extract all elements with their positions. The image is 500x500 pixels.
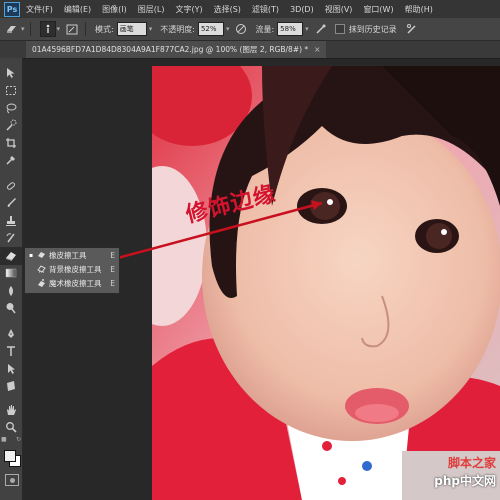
flyout-item-label: 背景橡皮擦工具 xyxy=(49,264,102,274)
flyout-item-label: 魔术橡皮擦工具 xyxy=(49,278,102,288)
flyout-item-eraser[interactable]: ▪ 橡皮擦工具 E xyxy=(25,248,119,262)
flyout-item-background-eraser[interactable]: 背景橡皮擦工具 E xyxy=(25,262,119,276)
shortcut-key: E xyxy=(110,264,115,274)
magic-eraser-icon xyxy=(37,279,46,288)
shortcut-key: E xyxy=(110,250,115,260)
watermark-line-1: 脚本之家 xyxy=(447,456,496,470)
background-eraser-icon xyxy=(37,265,46,274)
watermark: 脚本之家 php中文网 xyxy=(408,450,496,496)
selected-bullet-icon: ▪ xyxy=(29,251,34,259)
foreground-color-swatch[interactable] xyxy=(4,450,16,462)
watermark-line-2: php中文网 xyxy=(434,474,496,488)
flyout-item-label: 橡皮擦工具 xyxy=(49,250,87,260)
shortcut-key: E xyxy=(110,278,115,288)
eraser-tool-flyout: ▪ 橡皮擦工具 E 背景橡皮擦工具 E 魔术橡皮擦工具 E xyxy=(24,247,120,294)
eraser-icon xyxy=(37,251,46,260)
flyout-item-magic-eraser[interactable]: 魔术橡皮擦工具 E xyxy=(25,276,119,290)
